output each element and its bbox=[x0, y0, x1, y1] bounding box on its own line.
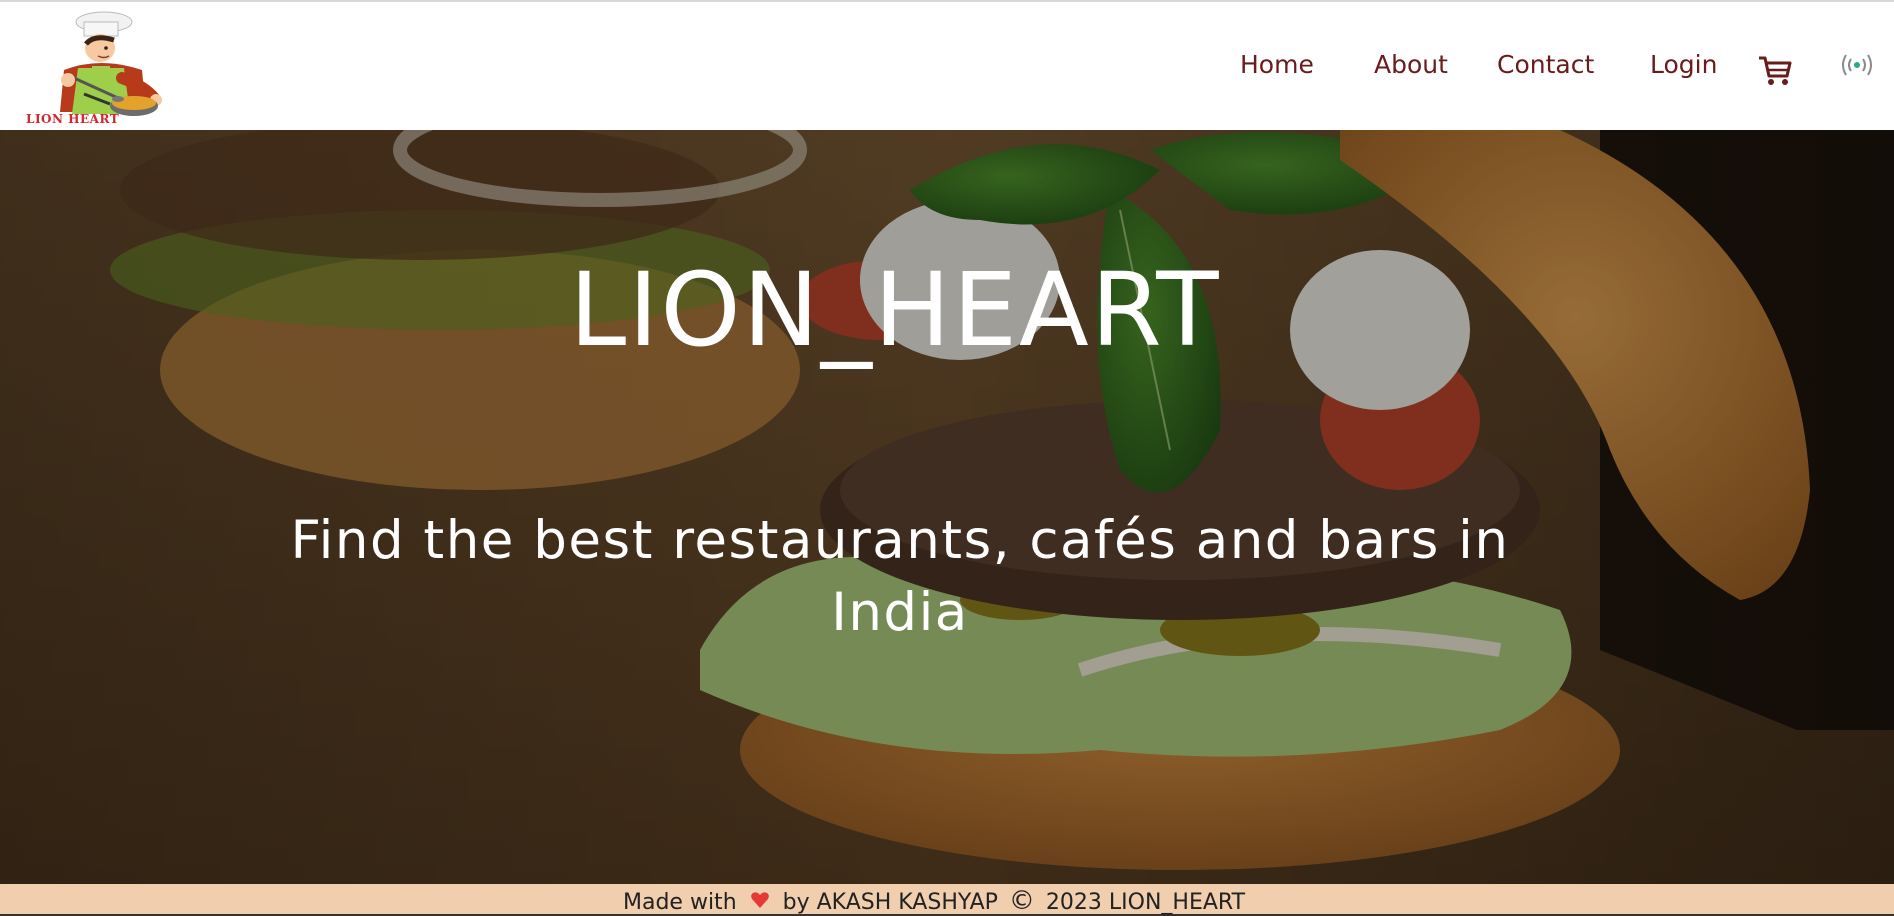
shopping-cart-icon[interactable] bbox=[1757, 52, 1793, 88]
nav-contact-link[interactable]: Contact bbox=[1497, 50, 1594, 79]
copyright-symbol: © bbox=[1008, 886, 1035, 916]
footer-year-brand: 2023 LION_HEART bbox=[1045, 890, 1246, 915]
page: LION HEART Home About Contact Login LION… bbox=[0, 0, 1894, 916]
nav-login-link[interactable]: Login bbox=[1650, 50, 1717, 79]
heart-icon bbox=[750, 890, 770, 910]
footer-author: by AKASH KASHYAP bbox=[782, 890, 998, 915]
site-header: LION HEART Home About Contact Login bbox=[0, 0, 1894, 130]
broadcast-icon[interactable] bbox=[1840, 52, 1874, 82]
footer-made-with: Made with bbox=[623, 890, 737, 915]
hero-subtitle: Find the best restaurants, cafés and bar… bbox=[290, 510, 1510, 643]
hero-title: LION_HEART bbox=[569, 251, 1221, 370]
site-footer: Made with by AKASH KASHYAP © 2023 LION_H… bbox=[0, 884, 1894, 916]
footer-credit: Made with by AKASH KASHYAP © 2023 LION_H… bbox=[623, 886, 1246, 916]
nav-about-link[interactable]: About bbox=[1374, 50, 1448, 79]
nav-home-link[interactable]: Home bbox=[1240, 50, 1314, 79]
hero-section: LION_HEART Find the best restaurants, ca… bbox=[0, 130, 1894, 884]
logo-text: LION HEART bbox=[26, 112, 120, 126]
